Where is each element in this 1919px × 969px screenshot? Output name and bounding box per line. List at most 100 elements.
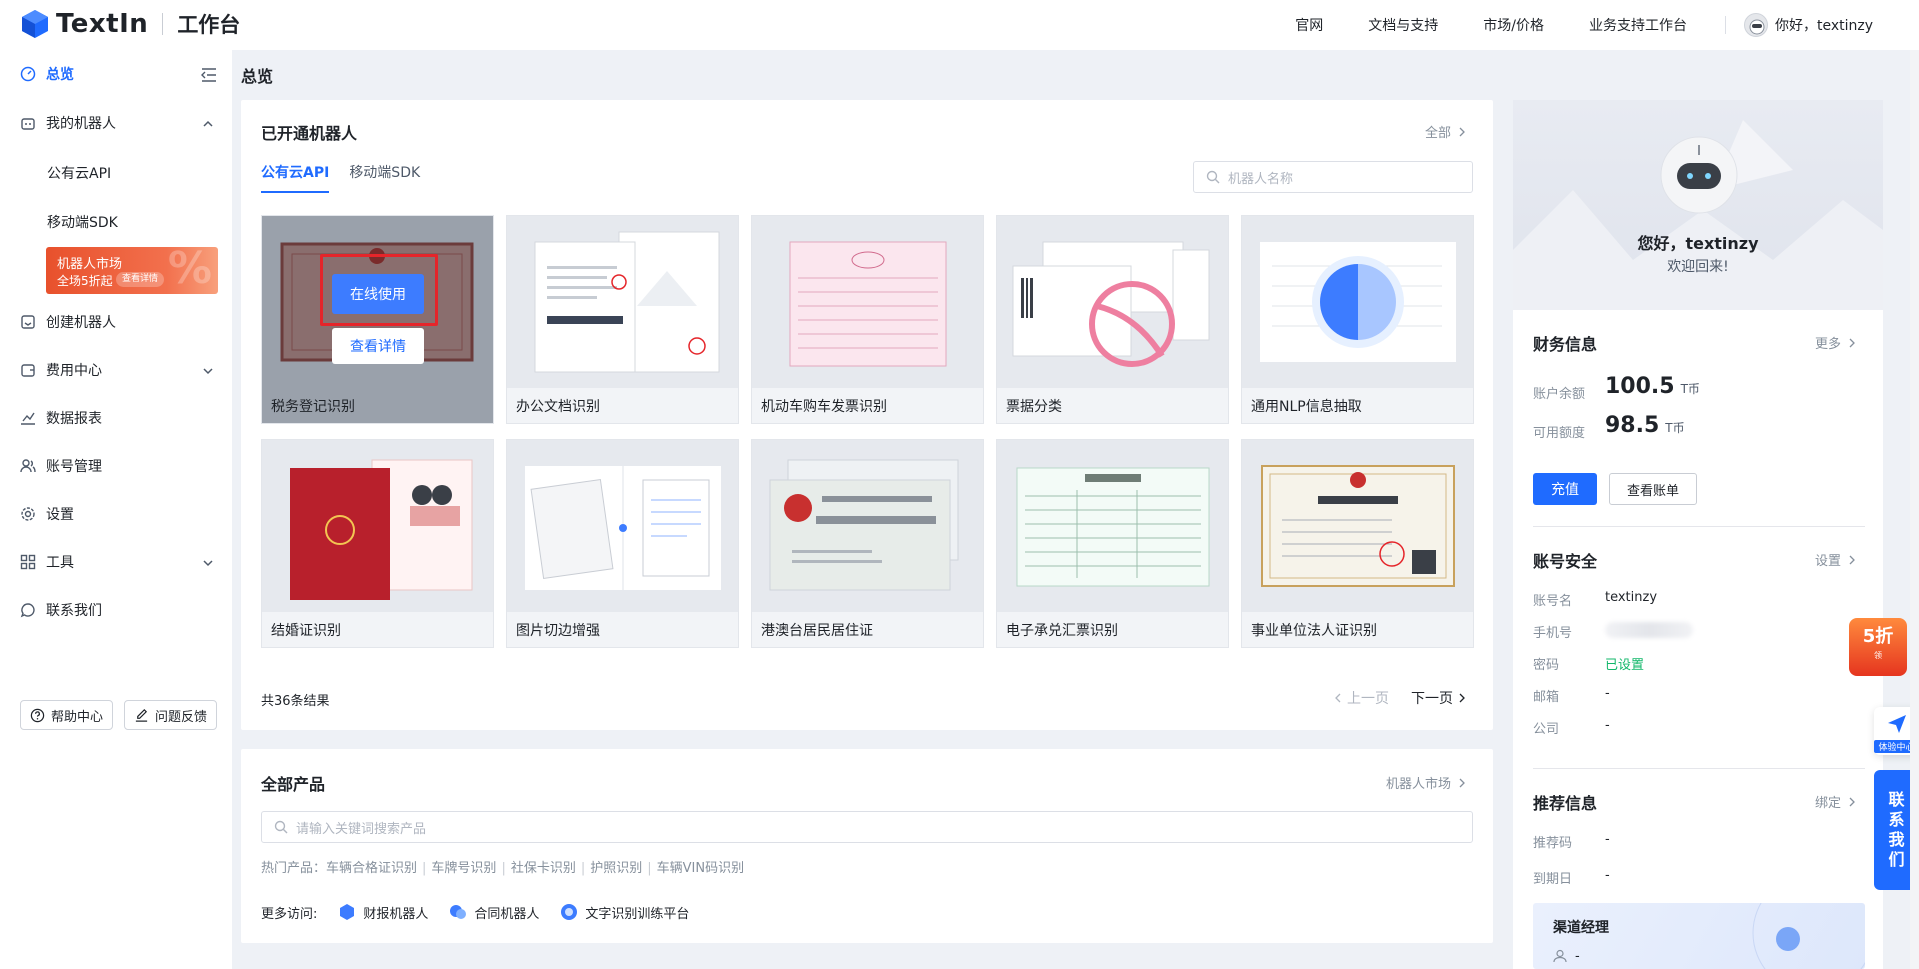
robot-card-office-doc[interactable]: 办公文档识别 <box>506 215 739 424</box>
brand-logo[interactable]: TextIn 工作台 <box>20 9 240 39</box>
divider <box>1533 526 1865 527</box>
view-detail-button[interactable]: 查看详情 <box>332 328 424 364</box>
dashboard-icon <box>20 66 36 82</box>
sidebar-item-label: 工具 <box>46 555 74 571</box>
email-label: 邮箱 <box>1533 690 1560 705</box>
sidebar-item-settings[interactable]: 设置 <box>20 499 74 529</box>
market-banner-title: 机器人市场 <box>57 257 123 272</box>
contract-robot-icon <box>450 905 467 919</box>
contact-char: 们 <box>1888 850 1905 869</box>
link-finance-robot[interactable]: 财报机器人 <box>337 902 428 922</box>
robot-card-marriage-cert[interactable]: 结婚证识别 <box>261 439 494 648</box>
page-scrollbar[interactable] <box>1910 50 1919 969</box>
prev-page-button[interactable]: 上一页 <box>1333 688 1389 708</box>
discount-promo-badge[interactable]: 5折 领 <box>1849 618 1907 676</box>
separator: | <box>501 861 506 876</box>
sidebar-item-reports[interactable]: 数据报表 <box>20 403 102 433</box>
link-ocr-training[interactable]: 文字识别训练平台 <box>559 902 689 922</box>
all-link-label: 全部 <box>1424 126 1451 141</box>
robot-card-residence-permit[interactable]: 港澳台居民居住证 <box>751 439 984 648</box>
user-menu[interactable]: 你好，textinzy <box>1743 13 1873 37</box>
robot-market-banner[interactable]: % 机器人市场 全场5折起 查看详情 <box>46 247 218 294</box>
hot-products-label: 热门产品： <box>261 861 327 876</box>
robot-card-nlp-extract[interactable]: 通用NLP信息抽取 <box>1241 215 1474 424</box>
link-contract-robot[interactable]: 合同机器人 <box>448 902 539 922</box>
balance-number: 100.5 <box>1605 374 1675 399</box>
hot-product-link[interactable]: 车牌号识别 <box>431 861 496 876</box>
separator: | <box>580 861 586 876</box>
phone-masked <box>1605 622 1693 638</box>
sidebar-item-public-api[interactable]: 公有云API <box>47 163 111 183</box>
product-search-input[interactable]: 请输入关键词搜索产品 <box>261 811 1473 843</box>
recharge-button[interactable]: 充值 <box>1533 473 1597 505</box>
help-center-button[interactable]: 帮助中心 <box>20 700 114 730</box>
hot-product-link[interactable]: 护照识别 <box>590 861 642 876</box>
chevron-down-icon[interactable] <box>202 557 214 569</box>
top-bar: TextIn 工作台 官网 文档与支持 市场/价格 业务支持工作台 你好，tex… <box>0 0 1919 50</box>
channel-manager-card: 渠道经理 - <box>1533 903 1865 969</box>
hot-product-link[interactable]: 车辆合格证识别 <box>326 861 417 876</box>
nav-business-workspace[interactable]: 业务支持工作台 <box>1589 15 1687 35</box>
promo-text: 5折 <box>1862 626 1894 647</box>
nav-divider <box>1724 16 1726 34</box>
sidebar-item-my-robots[interactable]: 我的机器人 <box>20 108 116 138</box>
sidebar-item-tools[interactable]: 工具 <box>20 547 74 577</box>
next-page-button[interactable]: 下一页 <box>1411 688 1467 708</box>
next-page-label: 下一页 <box>1411 691 1453 707</box>
sidebar-item-mobile-sdk[interactable]: 移动端SDK <box>47 212 118 232</box>
robot-thumbnail <box>1242 440 1473 612</box>
sidebar-item-contact[interactable]: 联系我们 <box>20 595 102 625</box>
robot-search-input[interactable]: 机器人名称 <box>1193 161 1473 193</box>
sidebar-item-account[interactable]: 账号管理 <box>20 451 102 481</box>
collapse-sidebar-icon[interactable] <box>201 68 217 82</box>
separator: | <box>422 861 427 876</box>
robot-card-acceptance-bill[interactable]: 电子承兑汇票识别 <box>996 439 1229 648</box>
nav-market-pricing[interactable]: 市场/价格 <box>1483 15 1544 35</box>
sidebar-item-create-robot[interactable]: 创建机器人 <box>20 307 116 337</box>
robot-market-link-label: 机器人市场 <box>1385 777 1451 792</box>
robot-thumbnail <box>752 216 983 388</box>
security-settings-link[interactable]: 设置 <box>1815 550 1857 569</box>
contact-char: 系 <box>1888 810 1905 829</box>
finance-more-link[interactable]: 更多 <box>1815 333 1857 352</box>
hot-product-link[interactable]: 车辆VIN码识别 <box>657 861 744 876</box>
sidebar-item-label: 创建机器人 <box>46 315 116 331</box>
grid-icon <box>20 554 36 570</box>
username-label: 账号名 <box>1533 594 1573 609</box>
robot-card-tax-registration[interactable]: 在线使用 查看详情 税务登记识别 <box>261 215 494 424</box>
quota-unit: T币 <box>1665 421 1685 435</box>
referral-bind-link[interactable]: 绑定 <box>1815 792 1857 811</box>
robot-card-label: 电子承兑汇票识别 <box>1006 623 1118 639</box>
tab-mobile-sdk[interactable]: 移动端SDK <box>349 162 420 193</box>
chevron-up-icon[interactable] <box>202 118 214 130</box>
robot-avatar-icon <box>1660 136 1738 214</box>
online-use-button[interactable]: 在线使用 <box>332 274 424 314</box>
bill-thumbnail-icon <box>1016 467 1210 587</box>
nlp-thumbnail-icon <box>1260 242 1456 362</box>
brand-name: TextIn <box>56 9 149 39</box>
opened-robots-all-link[interactable]: 全部 <box>1425 122 1467 141</box>
paper-plane-icon <box>1888 715 1906 733</box>
nav-official-site[interactable]: 官网 <box>1295 15 1323 35</box>
nav-docs-support[interactable]: 文档与支持 <box>1368 15 1438 35</box>
sidebar-item-overview[interactable]: 总览 <box>20 59 74 89</box>
robot-card-label: 图片切边增强 <box>516 623 600 639</box>
feedback-button[interactable]: 问题反馈 <box>124 700 218 730</box>
robot-card-image-crop[interactable]: 图片切边增强 <box>506 439 739 648</box>
robot-market-link[interactable]: 机器人市场 <box>1386 773 1467 792</box>
referral-code-value: - <box>1605 832 1610 847</box>
tab-public-api[interactable]: 公有云API <box>261 162 330 193</box>
sidebar-item-fee-center[interactable]: 费用中心 <box>20 355 102 385</box>
hot-product-link[interactable]: 社保卡识别 <box>511 861 576 876</box>
profile-header <box>1513 100 1883 310</box>
robot-card-ticket-classify[interactable]: 票据分类 <box>996 215 1229 424</box>
view-bill-button[interactable]: 查看账单 <box>1609 473 1697 505</box>
user-avatar-icon <box>1743 13 1768 37</box>
security-settings-label: 设置 <box>1814 554 1841 569</box>
robot-card-label: 票据分类 <box>1006 399 1062 415</box>
robot-card-vehicle-invoice[interactable]: 机动车购车发票识别 <box>751 215 984 424</box>
robot-card-institution-cert[interactable]: 事业单位法人证识别 <box>1241 439 1474 648</box>
sidebar-item-label: 总览 <box>46 67 74 83</box>
profile-greeting: 您好，textinzy <box>1637 234 1759 253</box>
chevron-down-icon[interactable] <box>202 365 214 377</box>
